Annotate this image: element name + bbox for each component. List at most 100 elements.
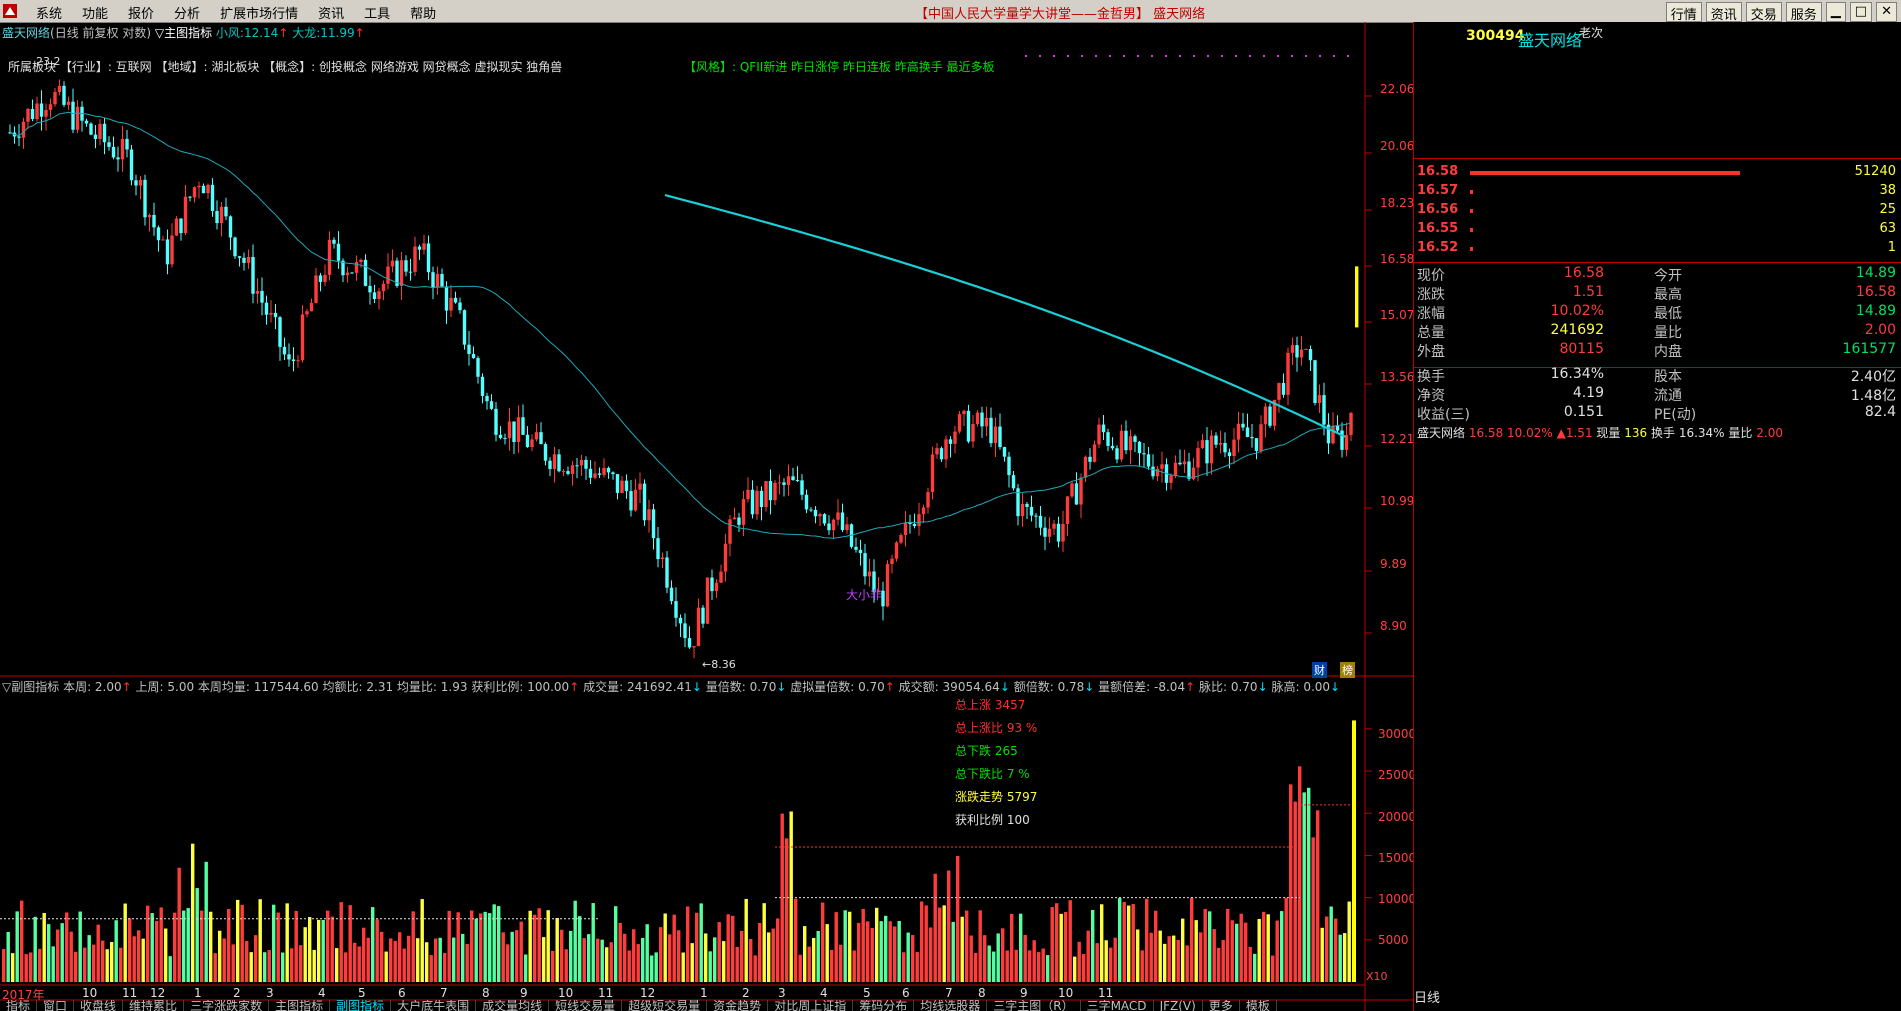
volume-bar <box>74 951 78 982</box>
volume-bar <box>83 947 87 982</box>
signal-marker <box>1053 55 1055 57</box>
turnover: 16.34% <box>1678 426 1725 440</box>
indicator-tab[interactable]: 窗口 <box>37 1000 75 1011</box>
candle-body <box>863 553 867 577</box>
candle-body <box>1173 462 1178 476</box>
candle-body <box>1029 506 1034 516</box>
candle-body <box>782 482 786 485</box>
indicator-tab[interactable]: 维持累比 <box>123 1000 185 1011</box>
candle-body <box>1133 436 1137 442</box>
indicator-tab[interactable]: 对比周上证指 <box>768 1000 854 1011</box>
volume-bar <box>695 912 699 982</box>
minimize-button[interactable]: ▁ <box>1825 2 1846 22</box>
trade-button[interactable]: 交易 <box>1745 2 1782 23</box>
indicator-tab[interactable]: 超级短交易量 <box>622 1000 708 1011</box>
indicator-tab[interactable]: 短线交易量 <box>549 1000 623 1011</box>
menu-news[interactable]: 资讯 <box>308 0 354 22</box>
candle-body <box>611 472 615 475</box>
volume-bar <box>38 948 42 982</box>
main-indicator-button[interactable]: ▽主图指标 <box>155 26 212 40</box>
candle-body <box>165 239 170 265</box>
ask-volume: 38 <box>1879 183 1896 198</box>
headline-banner[interactable]: 【中国人民大学量学大讲堂——金哲男】 盛天网络 <box>915 3 1205 22</box>
volume-bar <box>281 952 285 982</box>
finance-badge[interactable]: 财 <box>1312 662 1327 678</box>
menu-tools[interactable]: 工具 <box>354 0 400 22</box>
indicator-tab[interactable]: 更多 <box>1203 1000 1240 1011</box>
ask-volume: 63 <box>1879 221 1896 236</box>
menu-quote[interactable]: 报价 <box>118 0 164 22</box>
panel-divider <box>1414 262 1901 263</box>
arrow-icon: ↓ <box>999 680 1010 694</box>
sub-indicator-button[interactable]: ▽副图指标 <box>2 680 59 694</box>
indicator-tab[interactable]: 三字MACD <box>1081 1000 1154 1011</box>
signal-marker <box>1179 55 1181 57</box>
indicator-tab[interactable]: 大户底牛表围 <box>391 1000 477 1011</box>
indicator-tab[interactable]: 成交量均线 <box>476 1000 550 1011</box>
time-label: 7 <box>440 986 448 1000</box>
candle-body <box>17 136 21 138</box>
candle-body <box>1178 462 1182 465</box>
maximize-button[interactable]: □ <box>1849 2 1873 22</box>
sub-indicator-value: 0.00 <box>1303 680 1331 694</box>
quote-button[interactable]: 行情 <box>1665 2 1702 23</box>
volume-bar <box>920 901 924 982</box>
ranking-badge[interactable]: 榜 <box>1340 662 1355 678</box>
candle-body <box>1142 453 1146 455</box>
volume-bar <box>902 952 906 982</box>
menu-system[interactable]: 系统 <box>26 0 72 22</box>
menu-help[interactable]: 帮助 <box>400 0 446 22</box>
volume-bar <box>474 918 478 982</box>
indicator-tab[interactable]: JFZ(V) <box>1154 1000 1203 1011</box>
ask-volume: 25 <box>1879 202 1896 217</box>
service-button[interactable]: 服务 <box>1785 2 1822 23</box>
limit-up-candle <box>1355 266 1359 328</box>
indicator-tab[interactable]: 指标 <box>0 1000 38 1011</box>
volume-bar <box>326 910 330 982</box>
volume-bar <box>1167 936 1171 982</box>
candle-body <box>215 210 219 224</box>
ask-price: 16.56 <box>1417 202 1459 217</box>
kline-chart[interactable]: 16.5816.4416.3116.1716.0315.8915.7615.62… <box>0 22 1413 1011</box>
signal-marker <box>1291 55 1293 57</box>
indicator-tab[interactable]: 资金趋势 <box>707 1000 769 1011</box>
volume-bar <box>380 931 384 982</box>
indicator-tab[interactable]: 主图指标 <box>269 1000 331 1011</box>
volume-bar <box>686 906 690 982</box>
indicator-tab[interactable]: 收盘线 <box>74 1000 124 1011</box>
candle-body <box>750 489 755 515</box>
indicator-tab[interactable]: 三字主图（R） <box>987 1000 1081 1011</box>
close-button[interactable]: ✕ <box>1876 2 1897 22</box>
indicator-tab[interactable]: 模板 <box>1240 1000 1277 1011</box>
intraday-chg: ▲1.51 <box>1556 426 1593 440</box>
stat-total-down: 总下跌 265 <box>955 744 1018 758</box>
indicator-tab[interactable]: 三字涨跌家数 <box>184 1000 270 1011</box>
volume-bar <box>110 942 114 982</box>
candle-body <box>116 157 120 160</box>
candle-body <box>539 432 543 445</box>
day-line-tab[interactable]: 日线 <box>1414 987 1440 1006</box>
volume-bar <box>735 946 739 982</box>
indicator-tab[interactable]: 均线选股器 <box>914 1000 988 1011</box>
candle-body <box>624 480 629 492</box>
candle-body <box>512 421 516 442</box>
candle-body <box>647 509 651 521</box>
news-button[interactable]: 资讯 <box>1705 2 1742 23</box>
quote-value: 16.34% <box>1550 366 1604 382</box>
volume-bar <box>290 948 294 982</box>
menu-analysis[interactable]: 分析 <box>164 0 210 22</box>
indicator-tab[interactable]: 副图指标 <box>330 1000 392 1011</box>
volume-bar <box>794 898 798 982</box>
volume-bar <box>1104 940 1108 982</box>
candle-body <box>984 417 989 427</box>
indicator-tab[interactable]: 筹码分布 <box>853 1000 915 1011</box>
volume-bar <box>546 910 550 982</box>
candle-body <box>570 465 575 474</box>
menu-function[interactable]: 功能 <box>72 0 118 22</box>
volume-bar <box>1230 920 1234 982</box>
candle-body <box>818 514 822 517</box>
volume-bar <box>308 917 312 982</box>
candle-body <box>75 106 80 130</box>
arrow-icon: ↑ <box>1185 680 1196 694</box>
menu-extended-market[interactable]: 扩展市场行情 <box>210 0 308 22</box>
